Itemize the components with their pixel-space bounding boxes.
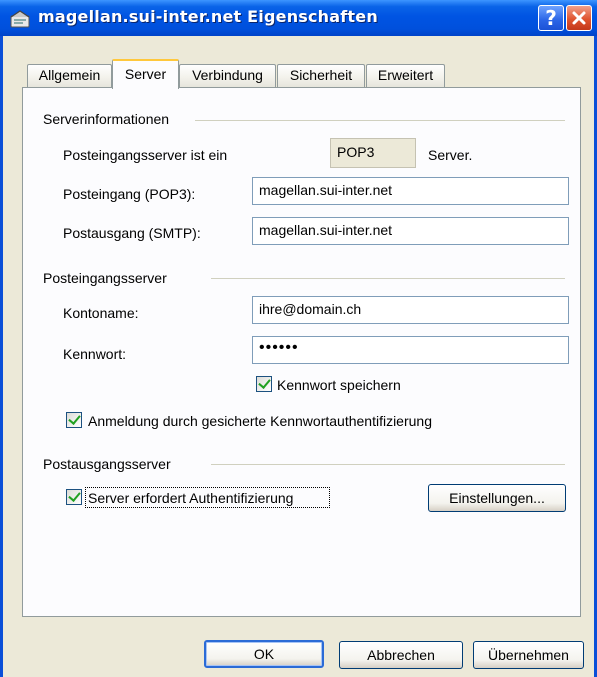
divider [211,464,565,465]
tab-server[interactable]: Server [112,59,179,89]
tab-sicherheit[interactable]: Sicherheit [277,64,365,87]
tab-allgemein[interactable]: Allgemein [27,64,112,87]
ok-button[interactable]: OK [204,640,324,668]
account-name-field[interactable]: ihre@domain.ch [252,296,569,324]
server-auth-label[interactable]: Server erfordert Authentifizierung [88,490,293,506]
remember-password-label[interactable]: Kennwort speichern [277,377,401,393]
account-name-label: Kontoname: [63,305,139,321]
server-auth-checkbox[interactable] [66,489,82,505]
spa-checkbox[interactable] [66,412,82,428]
divider [195,120,565,121]
cancel-button[interactable]: Abbrechen [339,641,463,669]
divider [211,278,565,279]
spa-label[interactable]: Anmeldung durch gesicherte Kennwortauthe… [88,413,432,429]
remember-password-checkbox[interactable] [256,376,272,392]
tab-erweitert[interactable]: Erweitert [366,64,445,87]
mail-account-icon [10,10,30,28]
help-icon: ? [545,6,557,30]
outgoing-server-heading: Postausgangsserver [43,456,171,472]
incoming-type-label: Posteingangsserver ist ein [63,147,228,163]
incoming-server-field[interactable]: magellan.sui-inter.net [252,177,569,205]
title-bar[interactable]: magellan.sui-inter.net Eigenschaften ? [0,0,597,36]
close-button[interactable] [566,5,592,31]
outgoing-server-label: Postausgang (SMTP): [63,225,201,241]
close-icon [572,11,586,25]
properties-dialog: magellan.sui-inter.net Eigenschaften ? A… [0,0,597,677]
window-title: magellan.sui-inter.net Eigenschaften [38,7,378,26]
outgoing-server-field[interactable]: magellan.sui-inter.net [252,217,569,245]
help-button[interactable]: ? [538,5,564,31]
apply-button[interactable]: Übernehmen [473,641,584,669]
password-label: Kennwort: [63,346,127,362]
password-field[interactable]: •••••• [252,336,569,364]
settings-button[interactable]: Einstellungen... [428,484,566,512]
tab-verbindung[interactable]: Verbindung [179,64,276,87]
incoming-server-label: Posteingang (POP3): [63,186,196,202]
incoming-type-suffix: Server. [428,147,473,163]
incoming-server-heading: Posteingangsserver [43,270,167,286]
incoming-type-value: POP3 [330,138,416,168]
server-info-heading: Serverinformationen [43,111,170,127]
